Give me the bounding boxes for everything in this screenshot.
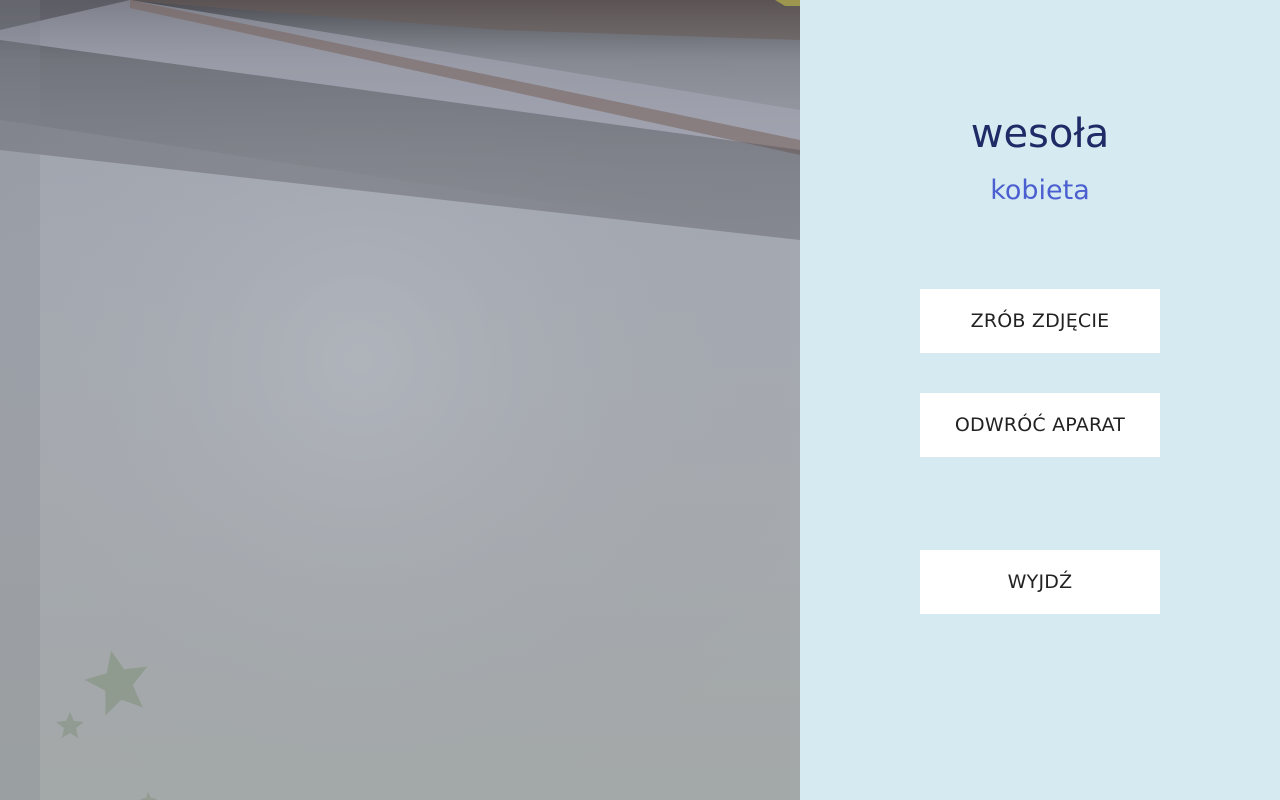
exit-button[interactable]: WYJDŹ <box>920 550 1160 614</box>
app-screen: wesoła kobieta ZRÓB ZDJĘCIE ODWRÓĆ APARA… <box>0 0 1280 800</box>
camera-feed-image <box>0 0 800 800</box>
flip-camera-button[interactable]: ODWRÓĆ APARAT <box>920 393 1160 457</box>
side-panel: wesoła kobieta ZRÓB ZDJĘCIE ODWRÓĆ APARA… <box>800 0 1280 800</box>
gender-result-label: kobieta <box>990 175 1090 206</box>
camera-preview <box>0 0 800 800</box>
take-photo-button[interactable]: ZRÓB ZDJĘCIE <box>920 289 1160 353</box>
emotion-result-label: wesoła <box>970 111 1110 157</box>
